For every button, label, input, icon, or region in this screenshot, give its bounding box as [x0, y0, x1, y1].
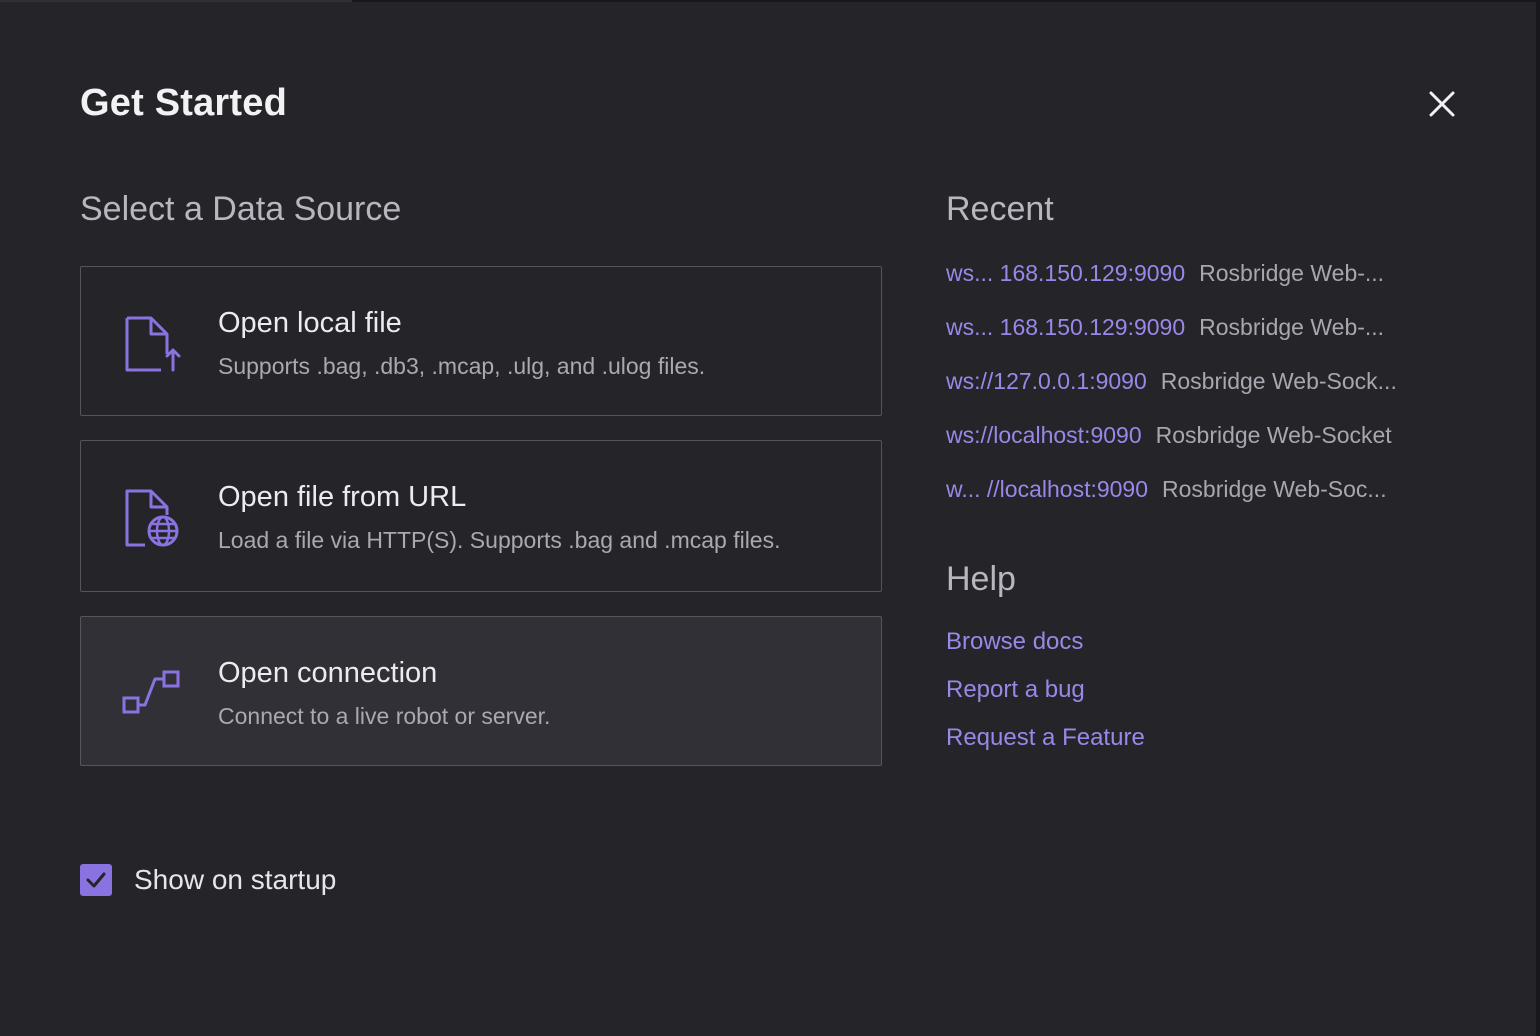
open-connection-button[interactable]: Open connection Connect to a live robot …: [80, 616, 882, 766]
option-title: Open connection: [218, 657, 438, 689]
recent-url: ws... 168.150.129:9090: [946, 314, 1186, 340]
recent-type: Rosbridge Web-Soc...: [1162, 476, 1387, 502]
report-bug-link[interactable]: Report a bug: [946, 676, 1145, 724]
data-source-heading: Select a Data Source: [80, 190, 402, 228]
get-started-dialog: Get Started Select a Data Source Open lo…: [0, 2, 1536, 1036]
recent-type: Rosbridge Web-...: [1199, 260, 1385, 286]
connection-icon: [122, 670, 180, 714]
option-description: Connect to a live robot or server.: [218, 703, 551, 729]
file-upload-icon: [125, 316, 181, 372]
recent-type: Rosbridge Web-...: [1199, 314, 1385, 340]
open-file-from-url-button[interactable]: Open file from URL Load a file via HTTP(…: [80, 440, 882, 592]
recent-url: ws... 168.150.129:9090: [946, 260, 1186, 286]
file-globe-icon: [125, 489, 179, 547]
option-title: Open file from URL: [218, 481, 467, 513]
option-title: Open local file: [218, 307, 402, 339]
recent-list: ws... 168.150.129:9090 Rosbridge Web-... …: [946, 260, 1466, 530]
recent-heading: Recent: [946, 190, 1054, 228]
recent-item[interactable]: w... //localhost:9090 Rosbridge Web-Soc..…: [946, 476, 1466, 530]
recent-item[interactable]: ws://localhost:9090 Rosbridge Web-Socket: [946, 422, 1466, 476]
recent-url: ws://127.0.0.1:9090: [946, 368, 1147, 394]
help-heading: Help: [946, 560, 1016, 598]
close-button[interactable]: [1420, 82, 1464, 126]
startup-checkbox[interactable]: [80, 864, 112, 896]
dialog-title: Get Started: [80, 82, 288, 124]
open-local-file-button[interactable]: Open local file Supports .bag, .db3, .mc…: [80, 266, 882, 416]
show-on-startup-toggle[interactable]: Show on startup: [80, 864, 336, 896]
checkmark-icon: [86, 872, 106, 888]
recent-url: ws://localhost:9090: [946, 422, 1142, 448]
recent-item[interactable]: ws... 168.150.129:9090 Rosbridge Web-...: [946, 260, 1466, 314]
request-feature-link[interactable]: Request a Feature: [946, 724, 1145, 772]
recent-type: Rosbridge Web-Socket: [1155, 422, 1392, 448]
close-icon: [1429, 91, 1455, 117]
option-description: Supports .bag, .db3, .mcap, .ulg, and .u…: [218, 353, 706, 379]
recent-type: Rosbridge Web-Sock...: [1160, 368, 1397, 394]
recent-item[interactable]: ws... 168.150.129:9090 Rosbridge Web-...: [946, 314, 1466, 368]
help-list: Browse docs Report a bug Request a Featu…: [946, 628, 1145, 772]
option-description: Load a file via HTTP(S). Supports .bag a…: [218, 527, 781, 553]
startup-label: Show on startup: [134, 864, 337, 895]
browse-docs-link[interactable]: Browse docs: [946, 628, 1145, 676]
recent-item[interactable]: ws://127.0.0.1:9090 Rosbridge Web-Sock...: [946, 368, 1466, 422]
recent-url: w... //localhost:9090: [946, 476, 1149, 502]
